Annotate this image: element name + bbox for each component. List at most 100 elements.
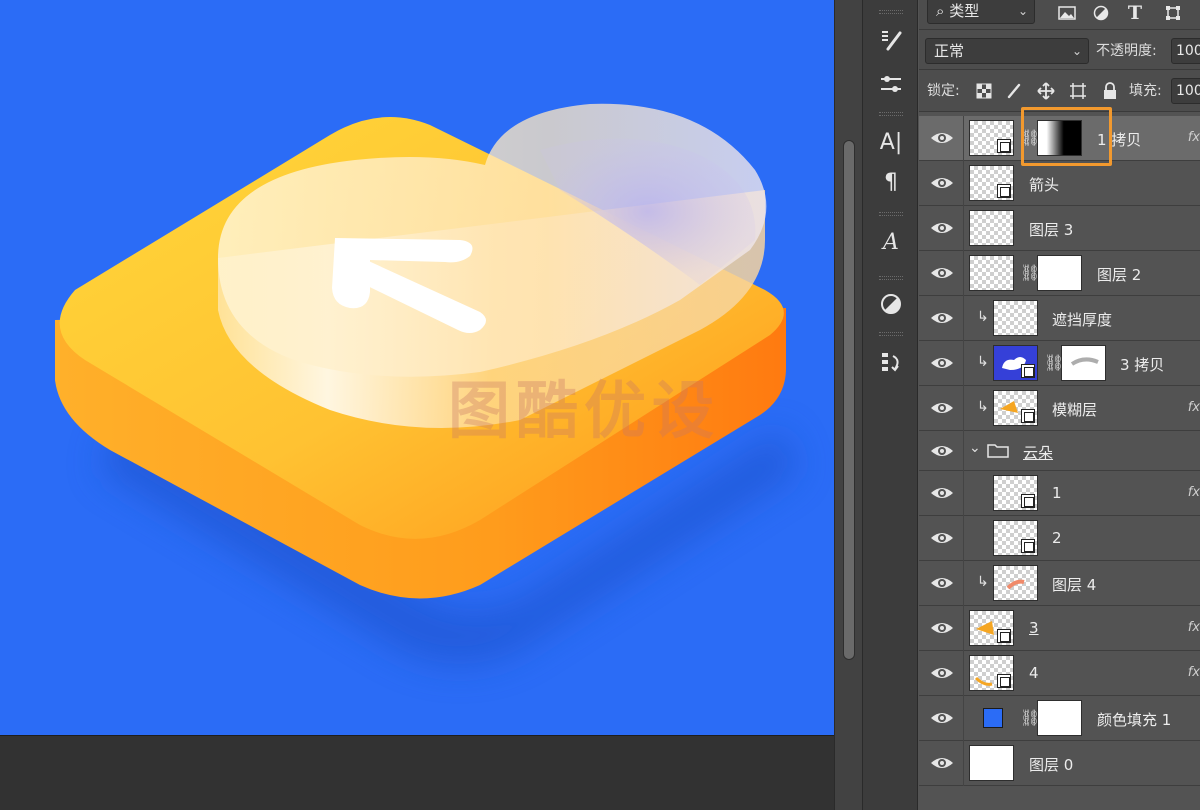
layer-name[interactable]: 4 [1029, 664, 1039, 682]
layer-row[interactable]: ⛓ 颜色填充 1 [919, 696, 1200, 741]
visibility-eye-icon[interactable] [929, 441, 955, 461]
layer-name[interactable]: 2 [1052, 529, 1062, 547]
visibility-eye-icon[interactable] [929, 398, 955, 418]
visibility-eye-icon[interactable] [929, 308, 955, 328]
visibility-eye-icon[interactable] [929, 663, 955, 683]
layer-thumbnail[interactable] [993, 565, 1038, 601]
layer-row[interactable]: 2 [919, 516, 1200, 561]
layer-name[interactable]: 图层 4 [1052, 574, 1096, 595]
opacity-input[interactable]: 100 [1171, 38, 1200, 64]
layer-name[interactable]: 3 拷贝 [1120, 354, 1164, 375]
layer-thumbnail[interactable] [969, 165, 1014, 201]
adjustments-icon[interactable] [875, 288, 907, 320]
layer-row[interactable]: ↳ ⛓ 3 拷贝 [919, 341, 1200, 386]
layer-name[interactable]: 遮挡厚度 [1052, 309, 1112, 330]
smart-object-badge-icon [1021, 364, 1035, 378]
layer-row[interactable]: ↳ 图层 4 [919, 561, 1200, 606]
panel-grip[interactable] [879, 276, 903, 280]
fill-input[interactable]: 100 [1171, 78, 1200, 104]
panel-grip[interactable] [879, 10, 903, 14]
lock-image-pixels-icon[interactable] [1003, 80, 1025, 102]
layer-name[interactable]: 箭头 [1029, 174, 1059, 195]
shape-filter-icon[interactable] [1159, 2, 1187, 24]
visibility-eye-icon[interactable] [929, 618, 955, 638]
layer-thumbnail[interactable] [993, 520, 1038, 556]
blend-mode-select[interactable]: 正常 ⌄ [925, 38, 1089, 64]
paragraph-icon[interactable]: ¶ [875, 166, 907, 198]
layer-effects-icon[interactable]: fx [1188, 620, 1200, 635]
properties-icon[interactable] [875, 68, 907, 100]
layer-name[interactable]: 图层 2 [1097, 264, 1141, 285]
visibility-eye-icon[interactable] [929, 263, 955, 283]
layer-name[interactable]: 颜色填充 1 [1097, 709, 1171, 730]
lock-position-icon[interactable] [1035, 80, 1057, 102]
character-icon[interactable]: A| [875, 126, 907, 158]
layer-row[interactable]: ⛓ 图层 2 [919, 251, 1200, 296]
panel-grip[interactable] [879, 112, 903, 116]
layer-name[interactable]: 1 [1052, 484, 1062, 502]
layer-effects-icon[interactable]: fx [1188, 400, 1200, 415]
layer-effects-icon[interactable]: fx [1188, 665, 1200, 680]
layer-thumbnail[interactable] [969, 255, 1014, 291]
visibility-eye-icon[interactable] [929, 173, 955, 193]
visibility-eye-icon[interactable] [929, 573, 955, 593]
layer-row[interactable]: ↳ 模糊层 fx [919, 386, 1200, 431]
image-filter-icon[interactable] [1053, 2, 1081, 24]
panel-grip[interactable] [879, 332, 903, 336]
layer-row[interactable]: 图层 3 [919, 206, 1200, 251]
layer-effects-icon[interactable]: fx [1188, 130, 1200, 145]
visibility-eye-icon[interactable] [929, 483, 955, 503]
canvas-vertical-scrollbar[interactable] [834, 0, 862, 810]
watermark-text: 图酷优设 [448, 374, 721, 447]
panel-grip[interactable] [879, 212, 903, 216]
lock-artboard-icon[interactable] [1067, 80, 1089, 102]
filter-kind-select[interactable]: ⌕ 类型 ⌄ [927, 0, 1035, 24]
layer-thumbnail[interactable] [969, 120, 1014, 156]
layer-name[interactable]: 模糊层 [1052, 399, 1097, 420]
layer-name[interactable]: 图层 0 [1029, 754, 1073, 775]
history-icon[interactable] [875, 346, 907, 378]
clipping-mask-icon: ↳ [977, 309, 989, 325]
lock-transparent-pixels-icon[interactable] [973, 80, 995, 102]
fill-label: 填充: [1129, 83, 1162, 99]
adjustment-filter-icon[interactable] [1087, 2, 1115, 24]
layer-thumbnail[interactable] [969, 745, 1014, 781]
layer-row[interactable]: 4 fx [919, 651, 1200, 696]
layer-effects-icon[interactable]: fx [1188, 485, 1200, 500]
layer-thumbnail[interactable] [993, 345, 1038, 381]
layer-name[interactable]: 云朵 [1023, 442, 1053, 463]
layer-name[interactable]: 图层 3 [1029, 219, 1073, 240]
visibility-eye-icon[interactable] [929, 218, 955, 238]
scrollbar-thumb[interactable] [843, 140, 855, 660]
layer-thumbnail[interactable] [993, 300, 1038, 336]
layer-thumbnail[interactable] [969, 655, 1014, 691]
brush-settings-icon[interactable] [875, 24, 907, 56]
layer-row[interactable]: 图层 0 [919, 741, 1200, 786]
layer-row[interactable]: 3 fx [919, 606, 1200, 651]
visibility-eye-icon[interactable] [929, 528, 955, 548]
document-canvas[interactable]: 图酷优设 [0, 0, 834, 735]
layer-thumbnail[interactable] [993, 475, 1038, 511]
visibility-eye-icon[interactable] [929, 753, 955, 773]
layer-row[interactable]: 箭头 [919, 161, 1200, 206]
layer-name[interactable]: 3 [1029, 619, 1039, 637]
layer-mask-thumbnail[interactable] [1037, 255, 1082, 291]
visibility-eye-icon[interactable] [929, 128, 955, 148]
layer-row[interactable]: 1 fx [919, 471, 1200, 516]
photoshop-window: 图酷优设 A| ¶ A ⌕ 类型 ⌄ T 正常 ⌄ 不透明度: 10 锁定: 填… [0, 0, 1200, 810]
layer-mask-thumbnail[interactable] [1037, 700, 1082, 736]
lock-all-icon[interactable] [1099, 80, 1121, 102]
chevron-down-icon[interactable]: ⌄ [969, 440, 981, 456]
mask-highlight-annotation [1021, 107, 1112, 166]
layer-group-row[interactable]: ⌄ 云朵 [919, 431, 1200, 471]
layer-thumbnail[interactable] [969, 610, 1014, 646]
type-filter-icon[interactable]: T [1121, 2, 1149, 24]
glyphs-icon[interactable]: A [875, 226, 907, 258]
visibility-eye-icon[interactable] [929, 353, 955, 373]
visibility-eye-icon[interactable] [929, 708, 955, 728]
fill-color-swatch[interactable] [983, 708, 1003, 728]
layer-thumbnail[interactable] [969, 210, 1014, 246]
layer-mask-thumbnail[interactable] [1061, 345, 1106, 381]
layer-row[interactable]: ↳ 遮挡厚度 [919, 296, 1200, 341]
layer-thumbnail[interactable] [993, 390, 1038, 426]
